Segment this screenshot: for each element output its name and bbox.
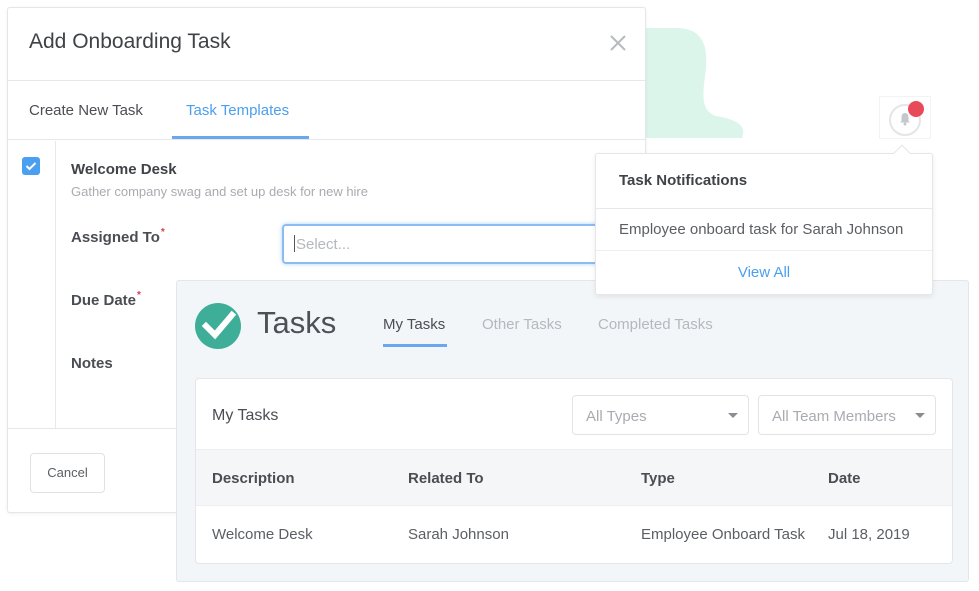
type-filter-select[interactable]: All Types <box>572 395 749 435</box>
tasks-logo-icon <box>195 303 241 349</box>
chevron-down-icon <box>728 413 738 418</box>
team-member-filter-select[interactable]: All Team Members <box>758 395 936 435</box>
checkbox-column <box>8 141 56 429</box>
notification-bell-button[interactable] <box>879 96 931 139</box>
view-all-link[interactable]: View All <box>596 251 932 281</box>
column-header-date[interactable]: Date <box>828 470 861 487</box>
modal-tabs: Create New Task Task Templates <box>8 81 645 140</box>
my-tasks-card: My Tasks All Types All Team Members Desc… <box>195 378 953 564</box>
tab-create-new-task[interactable]: Create New Task <box>29 102 143 119</box>
decorative-blob <box>646 28 744 138</box>
check-icon <box>25 162 37 171</box>
card-title: My Tasks <box>212 407 279 424</box>
modal-header: Add Onboarding Task <box>8 8 645 81</box>
required-marker: * <box>160 227 165 238</box>
table-header: Description Related To Type Date <box>196 449 952 506</box>
tab-my-tasks[interactable]: My Tasks <box>383 316 445 333</box>
tasks-panel: Tasks My Tasks Other Tasks Completed Tas… <box>176 280 969 582</box>
notes-label: Notes <box>71 355 113 372</box>
due-date-label: Due Date* <box>71 290 141 309</box>
modal-title: Add Onboarding Task <box>29 30 231 53</box>
assigned-to-select[interactable]: Select... <box>282 224 612 264</box>
notifications-title: Task Notifications <box>596 154 932 209</box>
notifications-dropdown: Task Notifications Employee onboard task… <box>595 144 933 295</box>
tab-completed-tasks[interactable]: Completed Tasks <box>598 316 713 333</box>
template-checkbox[interactable] <box>22 157 40 175</box>
template-description: Gather company swag and set up desk for … <box>71 184 368 199</box>
cell-date: Jul 18, 2019 <box>828 526 910 543</box>
cell-description: Welcome Desk <box>212 526 313 543</box>
active-tab-indicator <box>383 344 447 347</box>
app-title: Tasks <box>257 305 337 340</box>
notification-badge <box>908 101 924 117</box>
template-title: Welcome Desk <box>71 161 177 178</box>
active-tab-indicator <box>172 136 309 139</box>
assigned-to-label: Assigned To* <box>71 227 165 246</box>
chevron-down-icon <box>915 413 925 418</box>
required-marker: * <box>137 290 141 301</box>
column-header-type[interactable]: Type <box>641 470 675 487</box>
tab-other-tasks[interactable]: Other Tasks <box>482 316 562 333</box>
cell-related-to: Sarah Johnson <box>408 526 509 543</box>
cell-type: Employee Onboard Task <box>641 526 805 543</box>
text-cursor <box>294 235 295 252</box>
column-header-description[interactable]: Description <box>212 470 295 487</box>
notification-item[interactable]: Employee onboard task for Sarah Johnson <box>596 209 932 251</box>
cancel-button[interactable]: Cancel <box>30 453 105 493</box>
column-header-related-to[interactable]: Related To <box>408 470 484 487</box>
tab-task-templates[interactable]: Task Templates <box>186 102 289 119</box>
close-icon[interactable] <box>608 33 628 53</box>
table-row[interactable]: Welcome Desk Sarah Johnson Employee Onbo… <box>196 506 952 563</box>
